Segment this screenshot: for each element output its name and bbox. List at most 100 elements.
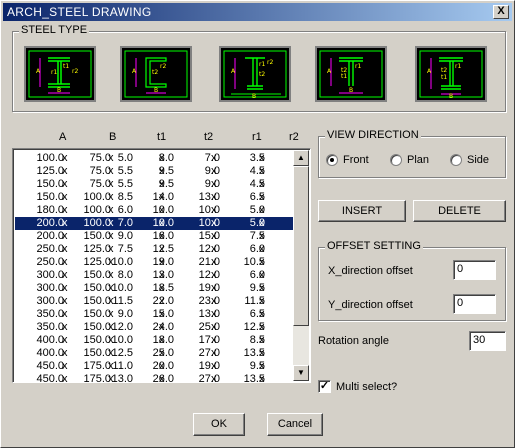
list-item[interactable]: 300.0 x 150.0 x 10.0 x 18.5 x 19.0 x 9.5 [15, 282, 295, 295]
list-item-cell: 5.5 [117, 178, 133, 190]
channel-profile-button[interactable]: r2 t2 A B [120, 46, 192, 102]
list-item-cell: 10.0 [152, 204, 174, 216]
list-item[interactable]: 150.0 x 75.0 x 5.5 x 9.5 x 9.0 x 4.5 [15, 178, 295, 191]
list-item-cell: 13.0 [198, 308, 220, 320]
radio-side[interactable]: Side [450, 154, 489, 166]
i-beam-profile-button[interactable]: r1 r2 t2 A B [219, 46, 291, 102]
list-item-cell: 125.0 [36, 165, 64, 177]
y-offset-input[interactable]: 0 [453, 294, 496, 314]
column-header-r2: r2 [289, 131, 299, 143]
list-scrollbar[interactable]: ▲ ▼ [293, 150, 309, 381]
list-item-cell: 175.0 [83, 373, 111, 383]
cancel-button[interactable]: Cancel [267, 413, 323, 436]
list-item-cell: 19.0 [152, 256, 174, 268]
list-item-cell: 350.0 [36, 321, 64, 333]
list-item-separator: x [108, 191, 114, 203]
list-item[interactable]: 400.0 x 150.0 x 12.5 x 25.0 x 27.0 x 13.5 [15, 347, 295, 360]
list-item-cell: 300.0 [36, 295, 64, 307]
list-item-cell: 18.0 [152, 334, 174, 346]
list-item-cell: 9.0 [204, 165, 220, 177]
list-item-separator: x [62, 217, 68, 229]
list-item-cell: 4.5 [249, 178, 265, 190]
steel-type-label: STEEL TYPE [19, 24, 90, 36]
steel-type-group: STEEL TYPE t1 r2 r1 A B r2 t2 A B r1 r2 … [12, 24, 506, 112]
list-item-cell: 180.0 [36, 204, 64, 216]
list-item-cell: 19.0 [198, 282, 220, 294]
list-item[interactable]: 400.0 x 150.0 x 10.0 x 18.0 x 17.0 x 8.5 [15, 334, 295, 347]
list-item-cell: 10.0 [152, 217, 174, 229]
svg-text:t1: t1 [63, 63, 69, 70]
list-item[interactable]: 450.0 x 175.0 x 11.0 x 20.0 x 19.0 x 9.5 [15, 360, 295, 373]
list-item-cell: 8.5 [117, 191, 133, 203]
multi-select-checkbox[interactable]: ✓ [318, 380, 331, 393]
svg-text:t1: t1 [341, 73, 347, 80]
column-header-t2: t2 [204, 131, 214, 143]
list-item-cell: 6.0 [117, 204, 133, 216]
list-item[interactable]: 200.0 x 150.0 x 9.0 x 16.0 x 15.0 x 7.5 [15, 230, 295, 243]
radio-front-indicator[interactable] [326, 154, 338, 166]
list-item[interactable]: 180.0 x 100.0 x 6.0 x 10.0 x 10.0 x 5.0 [15, 204, 295, 217]
list-item-cell: 22.0 [152, 295, 174, 307]
delete-button[interactable]: DELETE [413, 200, 506, 222]
svg-text:r1: r1 [51, 69, 57, 76]
list-item-separator: x [62, 295, 68, 307]
list-item[interactable]: 450.0 x 175.0 x 13.0 x 26.0 x 27.0 x 13.5 [15, 373, 295, 383]
list-item-cell: 13.0 [152, 269, 174, 281]
t-bar-profile-button[interactable]: r1 t2 t1 A B [315, 46, 387, 102]
h-beam-profile-button[interactable]: t1 r2 r1 A B [24, 46, 96, 102]
list-item[interactable]: 300.0 x 150.0 x 11.5 x 22.0 x 23.0 x 11.5 [15, 295, 295, 308]
list-item-separator: x [108, 165, 114, 177]
list-item-cell: 24.0 [152, 321, 174, 333]
list-item-separator: x [108, 204, 114, 216]
x-offset-input[interactable]: 0 [453, 260, 496, 280]
scrollbar-thumb[interactable] [293, 166, 309, 326]
radio-plan-indicator[interactable] [390, 154, 402, 166]
list-item-cell: 16.0 [152, 230, 174, 242]
list-item[interactable]: 250.0 x 125.0 x 7.5 x 12.5 x 12.0 x 6.0 [15, 243, 295, 256]
list-item-cell: 12.5 [243, 321, 265, 333]
rotation-angle-label: Rotation angle [318, 335, 389, 347]
list-item-cell: 11.5 [244, 295, 265, 307]
list-item-cell: 9.0 [117, 308, 133, 320]
radio-front[interactable]: Front [326, 154, 369, 166]
svg-text:B: B [57, 87, 61, 94]
list-item-cell: 15.0 [152, 308, 174, 320]
radio-side-indicator[interactable] [450, 154, 462, 166]
list-item-cell: 125.0 [83, 256, 111, 268]
scroll-down-arrow-icon[interactable]: ▼ [293, 365, 309, 381]
list-item-cell: 8.0 [158, 152, 174, 164]
view-direction-group: VIEW DIRECTION Front Plan Side [318, 129, 506, 178]
list-item[interactable]: 150.0 x 100.0 x 8.5 x 14.0 x 13.0 x 6.5 [15, 191, 295, 204]
list-item-cell: 10.0 [111, 334, 133, 346]
list-item[interactable]: 300.0 x 150.0 x 8.0 x 13.0 x 12.0 x 6.0 [15, 269, 295, 282]
ok-button[interactable]: OK [193, 413, 245, 436]
rotation-angle-input[interactable]: 30 [469, 331, 506, 351]
list-item-cell: 7.5 [249, 230, 265, 242]
list-item-cell: 100.0 [36, 152, 64, 164]
list-item-cell: 25.0 [198, 321, 220, 333]
list-item-cell: 6.5 [249, 191, 265, 203]
radio-plan[interactable]: Plan [390, 154, 429, 166]
offset-setting-label: OFFSET SETTING [325, 240, 423, 252]
insert-button[interactable]: INSERT [318, 200, 406, 222]
list-item-cell: 4.5 [249, 165, 265, 177]
multi-select-label: Multi select? [336, 381, 398, 393]
svg-text:r1: r1 [259, 61, 265, 68]
list-item-separator: x [62, 334, 68, 346]
list-item-cell: 12.0 [111, 321, 133, 333]
list-item[interactable]: 250.0 x 125.0 x 10.0 x 19.0 x 21.0 x 10.5 [15, 256, 295, 269]
angle-profile-button[interactable]: r1 t2 t1 A B [415, 46, 487, 102]
list-item[interactable]: 200.0 x 100.0 x 7.0 x 10.0 x 10.0 x 5.0 [15, 217, 295, 230]
list-item[interactable]: 100.0 x 75.0 x 5.0 x 8.0 x 7.0 x 3.5 [15, 152, 295, 165]
list-item[interactable]: 125.0 x 75.0 x 5.5 x 9.5 x 9.0 x 4.5 [15, 165, 295, 178]
close-button[interactable]: X [493, 5, 509, 19]
list-item-cell: 125.0 [83, 243, 111, 255]
list-item-cell: 150.0 [83, 308, 111, 320]
list-item-cell: 7.5 [117, 243, 133, 255]
steel-size-list[interactable]: 450.0 x 175.0 x 13.0 x 26.0 x 27.0 x 13.5 450.0 x 175… [12, 148, 311, 383]
list-item[interactable]: 350.0 x 150.0 x 9.0 x 15.0 x 13.0 x 6.5 [15, 308, 295, 321]
scroll-up-arrow-icon[interactable]: ▲ [293, 150, 309, 166]
list-item-separator: x [62, 191, 68, 203]
list-item-separator: x [108, 217, 114, 229]
list-item[interactable]: 350.0 x 150.0 x 12.0 x 24.0 x 25.0 x 12.5 [15, 321, 295, 334]
